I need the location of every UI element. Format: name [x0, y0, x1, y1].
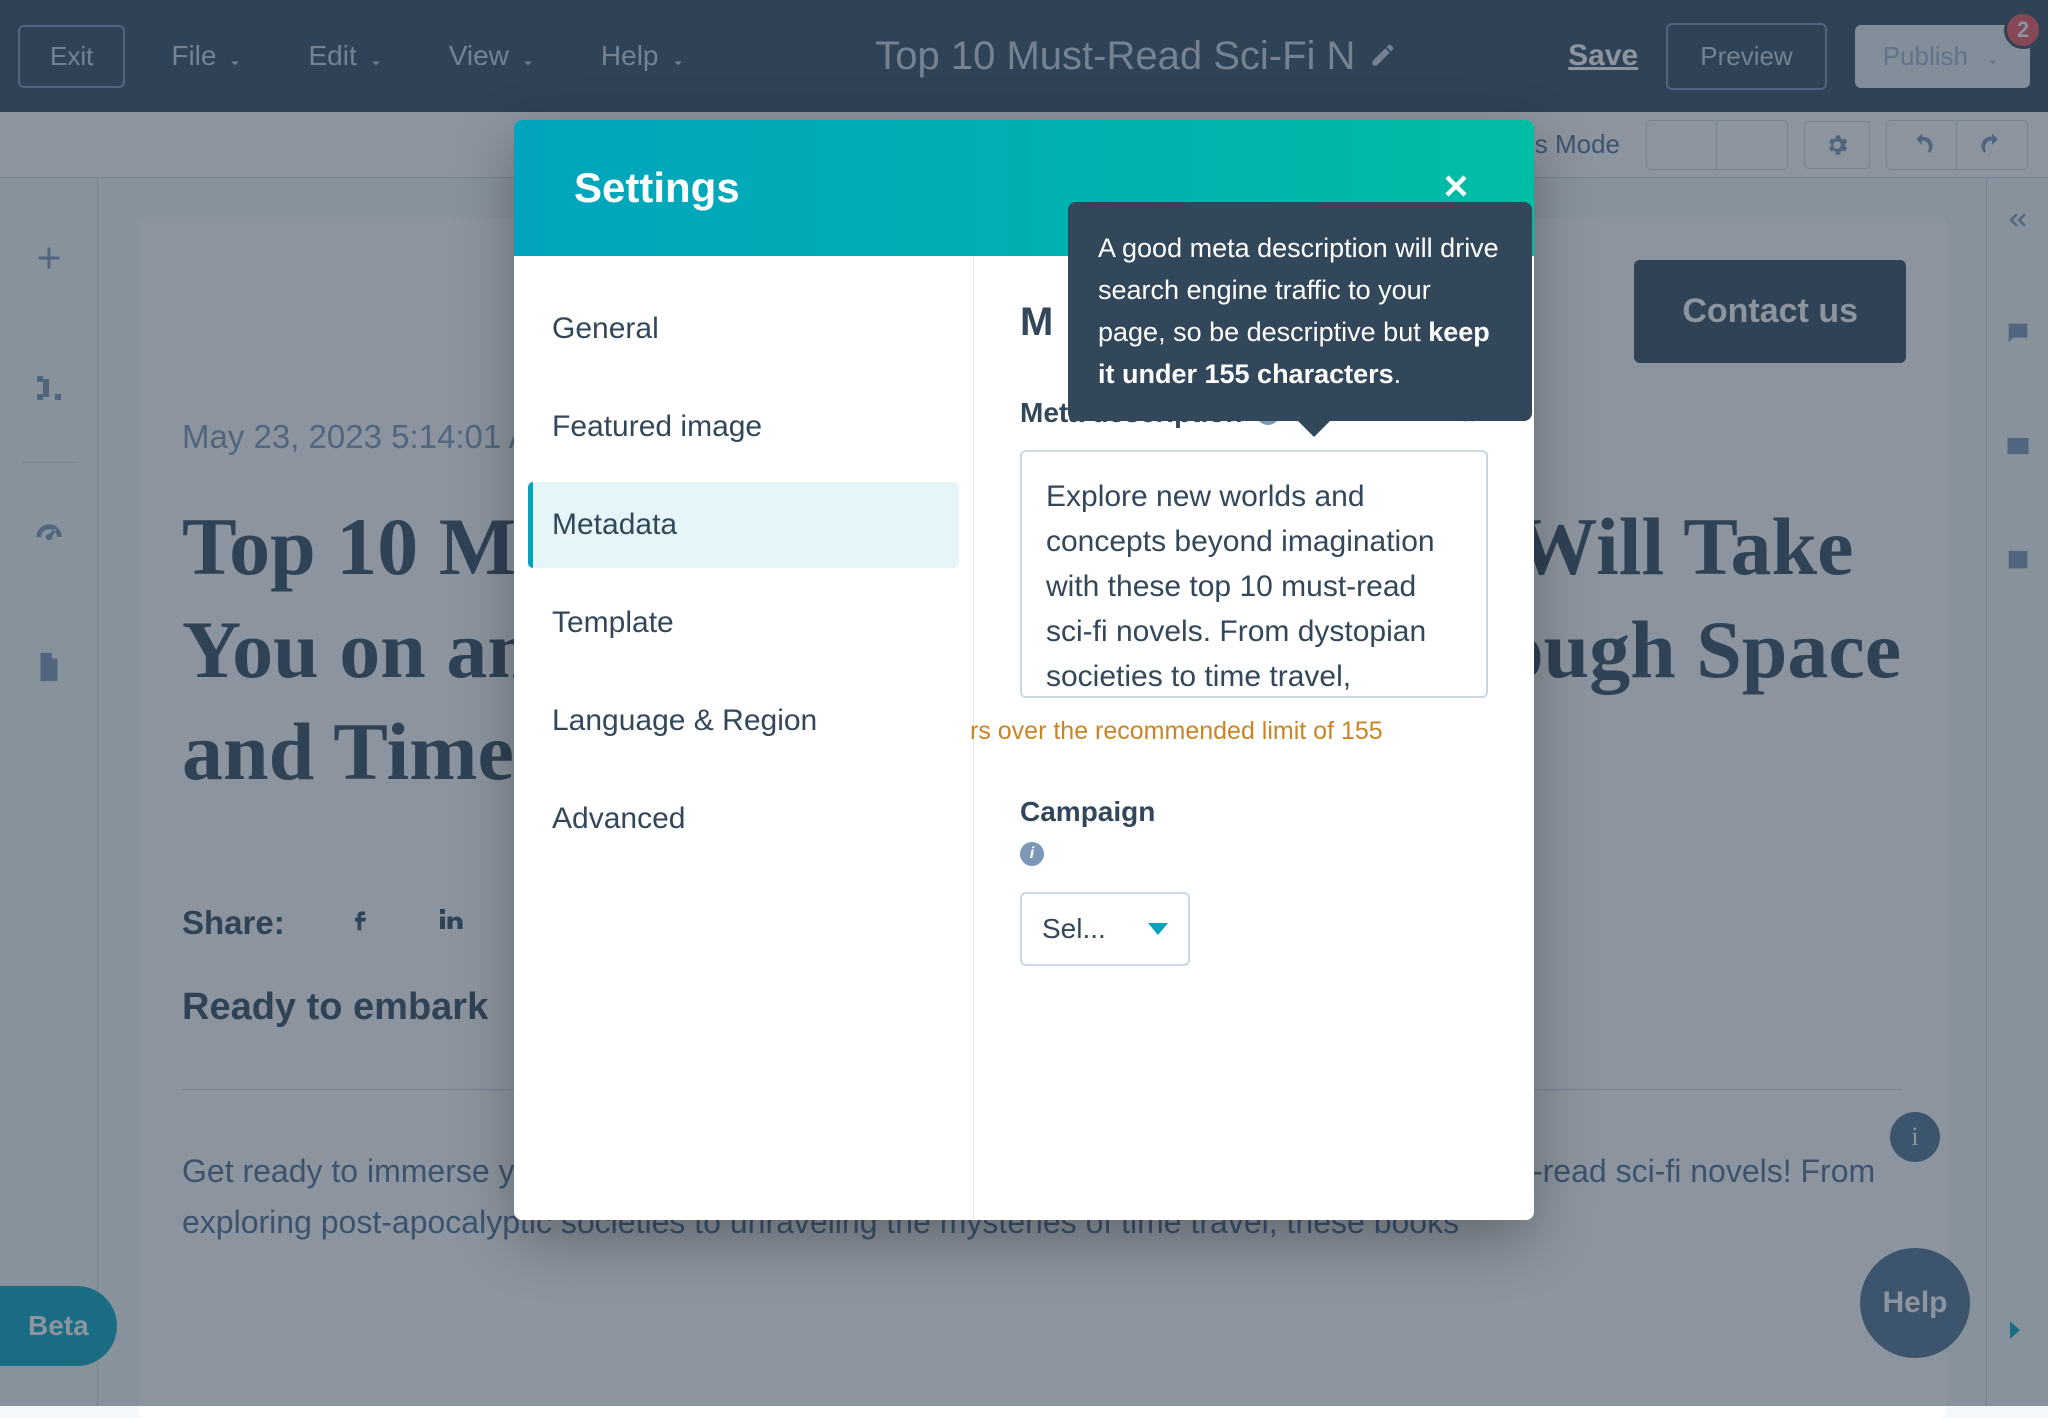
info-icon[interactable]: i — [1020, 842, 1044, 866]
meta-description-tooltip: A good meta description will drive searc… — [1068, 202, 1532, 421]
nav-metadata[interactable]: Metadata — [528, 482, 959, 568]
nav-advanced[interactable]: Advanced — [528, 776, 959, 862]
nav-language-region[interactable]: Language & Region — [528, 678, 959, 764]
meta-description-warning: rs over the recommended limit of 155 — [970, 717, 1488, 746]
meta-description-input[interactable] — [1020, 450, 1488, 698]
nav-featured-image[interactable]: Featured image — [528, 384, 959, 470]
modal-title: Settings — [574, 164, 740, 212]
campaign-label-row: Campaign i — [1020, 796, 1488, 866]
modal-nav: General Featured image Metadata Template… — [514, 256, 974, 1220]
nav-general[interactable]: General — [528, 286, 959, 372]
tooltip-tail — [1296, 419, 1332, 437]
nav-template[interactable]: Template — [528, 580, 959, 666]
campaign-select-value: Sel... — [1042, 913, 1106, 945]
campaign-select[interactable]: Sel... — [1020, 892, 1190, 966]
tooltip-text-2: . — [1394, 359, 1402, 389]
caret-down-icon — [1148, 923, 1168, 935]
campaign-label: Campaign — [1020, 796, 1488, 828]
